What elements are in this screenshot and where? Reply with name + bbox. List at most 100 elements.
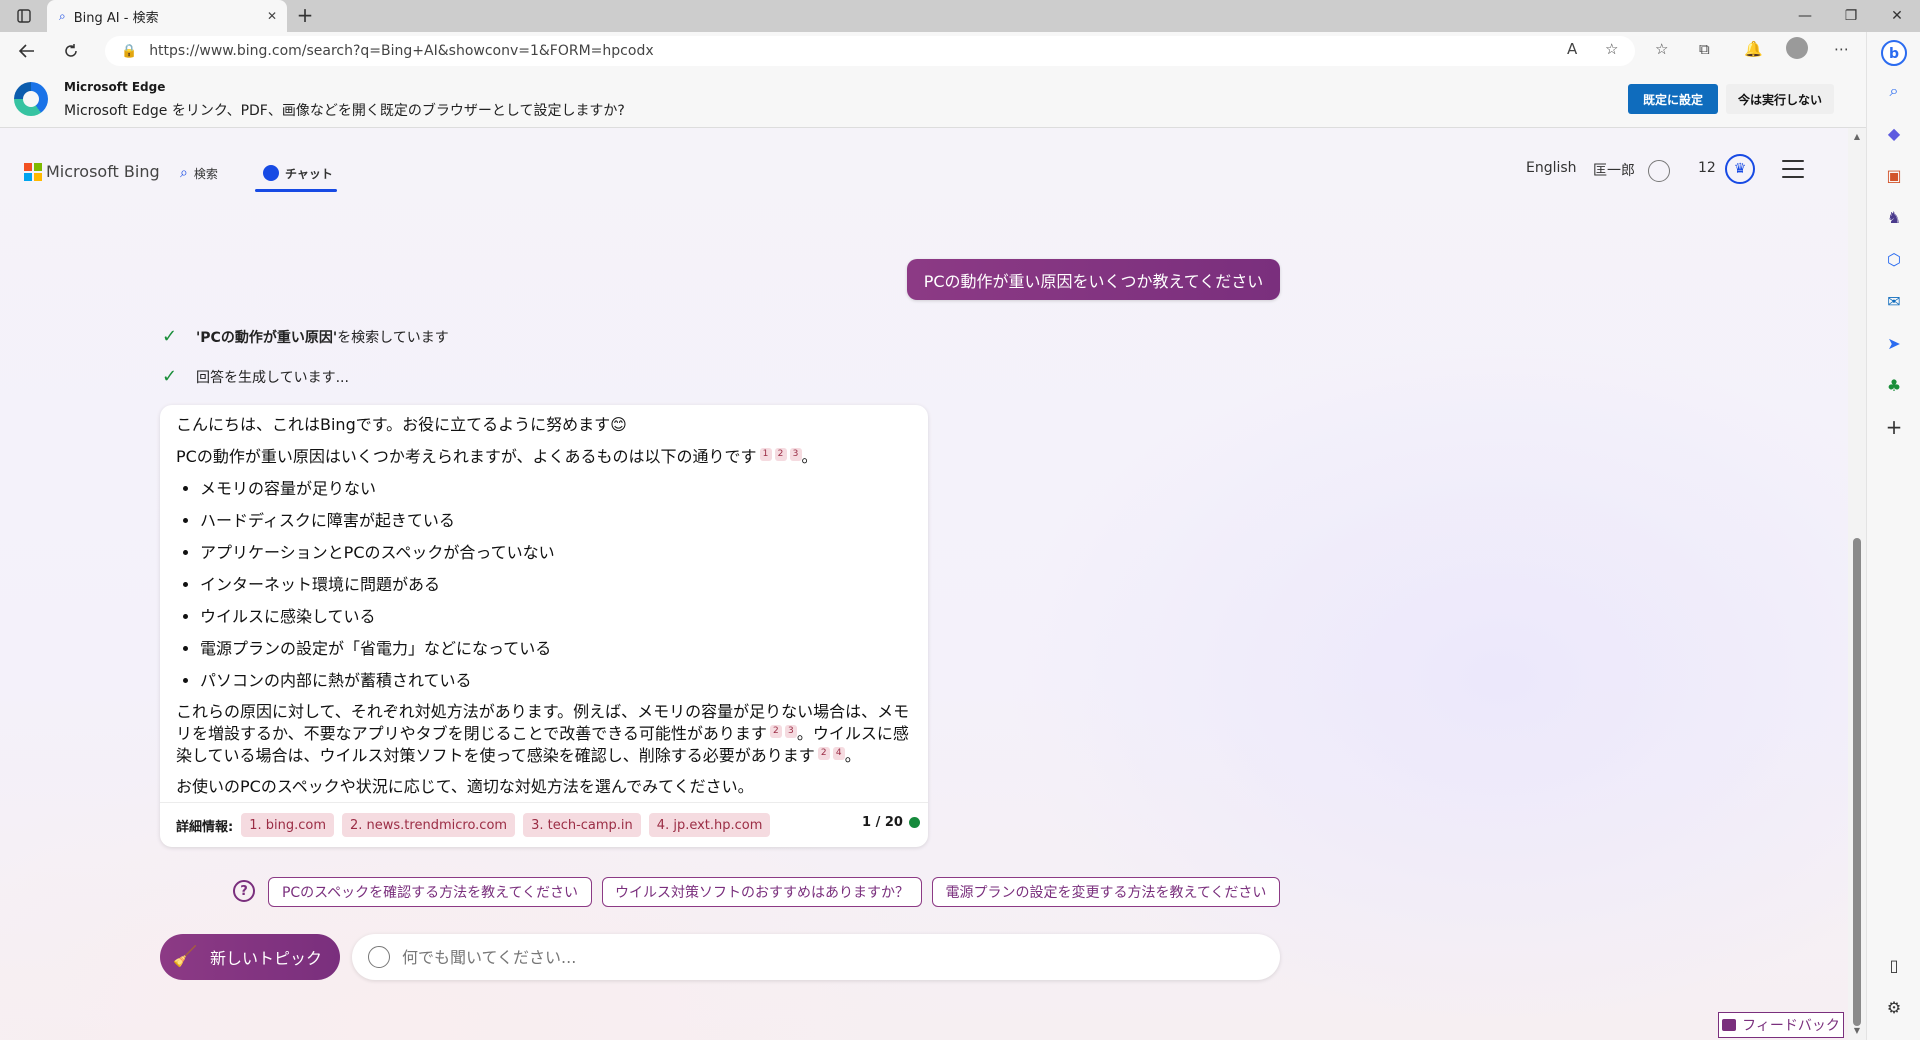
tab-title: Bing AI - 検索 xyxy=(73,10,159,26)
tab-actions-icon[interactable] xyxy=(8,4,40,28)
status-dot-icon xyxy=(908,817,920,828)
favorites-icon[interactable]: ☆ xyxy=(1655,40,1668,58)
tree-icon[interactable]: ♣ xyxy=(1879,370,1909,400)
source-link-1[interactable]: 1. bing.com xyxy=(241,813,334,837)
source-link-3[interactable]: 3. tech-camp.in xyxy=(523,813,641,837)
browser-toolbar: 🔒 https://www.bing.com/search?q=Bing+AI&… xyxy=(0,32,1920,70)
citation-4[interactable]: 4 xyxy=(832,746,845,760)
page-scrollbar[interactable]: ▲ ▼ xyxy=(1848,128,1866,1040)
read-aloud-icon[interactable]: A xyxy=(1567,40,1577,58)
avatar[interactable] xyxy=(1648,160,1670,182)
site-info-icon[interactable]: 🔒 xyxy=(121,44,137,59)
office-icon[interactable]: ⬡ xyxy=(1879,244,1909,274)
status-generating: ✓ 回答を生成しています... xyxy=(162,366,349,387)
microsoft-logo-icon xyxy=(24,162,42,181)
user-message-bubble: PCの動作が重い原因をいくつか教えてください xyxy=(907,259,1280,300)
bing-logo[interactable]: Microsoft Bing xyxy=(24,162,160,181)
bing-answer-card: こんにちは、これはBingです。お役に立てるように努めます😊 PCの動作が重い原… xyxy=(160,405,928,847)
collections-icon[interactable]: ⧉ xyxy=(1699,40,1710,58)
hamburger-menu-icon[interactable] xyxy=(1782,160,1804,178)
shopping-icon[interactable]: ◆ xyxy=(1879,118,1909,148)
tab-chat-label: チャット xyxy=(285,166,333,181)
chat-input[interactable] xyxy=(402,947,1222,967)
tools-icon[interactable]: ▣ xyxy=(1879,160,1909,190)
logo-text: Microsoft Bing xyxy=(46,162,160,181)
check-icon: ✓ xyxy=(162,326,178,347)
search-status-suffix: を検索しています xyxy=(337,329,449,346)
search-term: 'PCの動作が重い原因' xyxy=(196,329,338,346)
default-browser-infobar: Microsoft Edge Microsoft Edge をリンク、PDF、画… xyxy=(0,70,1866,128)
edge-logo-icon xyxy=(14,82,48,116)
tab-bar: ⌕ Bing AI - 検索 ✕ + — ❐ ✕ xyxy=(0,0,1920,32)
gear-icon[interactable]: ⚙ xyxy=(1879,992,1909,1022)
close-tab-icon[interactable]: ✕ xyxy=(267,9,277,23)
check-icon: ✓ xyxy=(162,366,178,387)
list-item: アプリケーションとPCのスペックが合っていない xyxy=(200,541,912,565)
browser-tab[interactable]: ⌕ Bing AI - 検索 ✕ xyxy=(47,0,287,32)
list-item: メモリの容量が足りない xyxy=(200,477,912,501)
active-tab-indicator xyxy=(255,189,337,192)
source-link-4[interactable]: 4. jp.ext.hp.com xyxy=(648,813,771,837)
drop-icon[interactable]: ➤ xyxy=(1879,328,1909,358)
citation-1[interactable]: 1 xyxy=(759,447,772,461)
minimize-button[interactable]: — xyxy=(1782,0,1828,32)
edge-sidebar: b ⌕ ◆ ▣ ♞ ⬡ ✉ ➤ ♣ + ▯ ⚙ xyxy=(1866,32,1920,1040)
infobar-message: Microsoft Edge をリンク、PDF、画像などを開く既定のブラウザーと… xyxy=(64,103,625,119)
add-icon[interactable]: + xyxy=(1879,412,1909,442)
scrollbar-thumb[interactable] xyxy=(1853,538,1861,1026)
list-item: パソコンの内部に熱が蓄積されている xyxy=(200,669,912,693)
more-icon[interactable]: ⋯ xyxy=(1834,40,1849,58)
turn-counter-text: 1 / 20 xyxy=(862,815,903,830)
refresh-icon[interactable] xyxy=(56,37,86,65)
question-icon[interactable]: ? xyxy=(233,880,255,902)
tab-search[interactable]: ⌕ 検索 xyxy=(180,158,218,188)
close-window-button[interactable]: ✕ xyxy=(1874,0,1920,32)
chat-input-box[interactable] xyxy=(352,934,1280,980)
new-tab-button[interactable]: + xyxy=(292,4,318,28)
suggestion-chip[interactable]: 電源プランの設定を変更する方法を教えてください xyxy=(932,877,1280,907)
bing-chat-icon[interactable]: b xyxy=(1879,38,1909,68)
citation-3[interactable]: 3 xyxy=(789,447,802,461)
user-name[interactable]: 匡一郎 xyxy=(1593,160,1635,180)
feedback-icon xyxy=(1722,1019,1737,1031)
feedback-button[interactable]: フィードバック xyxy=(1718,1012,1844,1038)
tab-chat[interactable]: チャット xyxy=(263,158,333,188)
generating-text: 回答を生成しています... xyxy=(196,369,349,386)
answer-solutions: これらの原因に対して、それぞれ対処方法があります。例えば、メモリの容量が足りない… xyxy=(176,701,912,767)
suggestion-chip[interactable]: PCのスペックを確認する方法を教えてください xyxy=(268,877,592,907)
new-topic-label: 新しいトピック xyxy=(210,949,323,968)
citation-2[interactable]: 2 xyxy=(774,447,787,461)
citation-2[interactable]: 2 xyxy=(769,724,782,738)
scroll-down-icon[interactable]: ▼ xyxy=(1851,1026,1863,1035)
language-toggle[interactable]: English xyxy=(1526,160,1577,176)
sources-label: 詳細情報: xyxy=(176,819,234,835)
set-default-button[interactable]: 既定に設定 xyxy=(1628,84,1718,114)
sidebar-toggle-icon[interactable]: ▯ xyxy=(1879,950,1909,980)
address-bar[interactable]: 🔒 https://www.bing.com/search?q=Bing+AI&… xyxy=(105,36,1635,66)
notifications-icon[interactable]: 🔔 xyxy=(1744,40,1763,58)
restore-button[interactable]: ❐ xyxy=(1828,0,1874,32)
add-favorite-icon[interactable]: ☆ xyxy=(1605,40,1618,58)
rewards-trophy-icon[interactable]: ♛ xyxy=(1725,154,1755,184)
search-icon: ⌕ xyxy=(180,165,188,181)
svg-text:b: b xyxy=(1889,46,1899,62)
list-item: インターネット環境に問題がある xyxy=(200,573,912,597)
new-topic-button[interactable]: 🧹 新しいトピック xyxy=(160,934,340,980)
back-icon[interactable] xyxy=(12,37,42,65)
outlook-icon[interactable]: ✉ xyxy=(1879,286,1909,316)
infobar-title: Microsoft Edge xyxy=(64,80,166,94)
scroll-up-icon[interactable]: ▲ xyxy=(1851,132,1863,141)
profile-icon[interactable] xyxy=(1786,37,1808,59)
citation-2[interactable]: 2 xyxy=(817,746,830,760)
list-item: 電源プランの設定が「省電力」などになっている xyxy=(200,637,912,661)
rewards-points[interactable]: 12 xyxy=(1698,160,1716,176)
feedback-label: フィードバック xyxy=(1742,1018,1840,1034)
broom-icon: 🧹 xyxy=(172,944,198,968)
source-link-2[interactable]: 2. news.trendmicro.com xyxy=(342,813,516,837)
search-icon[interactable]: ⌕ xyxy=(1879,76,1909,106)
suggestion-chip[interactable]: ウイルス対策ソフトのおすすめはありますか？ xyxy=(602,877,922,907)
status-searching: ✓ 'PCの動作が重い原因' を検索しています xyxy=(162,326,449,347)
games-icon[interactable]: ♞ xyxy=(1879,202,1909,232)
not-now-button[interactable]: 今は実行しない xyxy=(1726,84,1834,114)
citation-3[interactable]: 3 xyxy=(784,724,797,738)
